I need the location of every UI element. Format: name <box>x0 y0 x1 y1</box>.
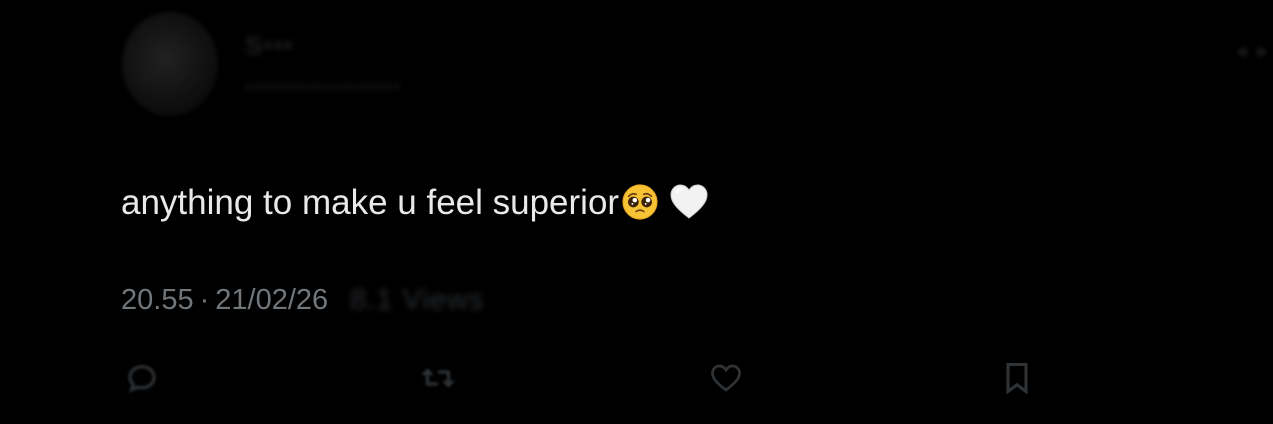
author-display-name[interactable]: S••• <box>245 30 294 61</box>
reply-button[interactable] <box>122 358 162 398</box>
meta-separator: · <box>199 284 210 316</box>
retweet-button[interactable] <box>418 358 458 398</box>
avatar[interactable] <box>122 12 218 116</box>
more-dot-icon <box>1238 47 1248 57</box>
bookmark-icon <box>1006 363 1028 395</box>
more-options-button[interactable] <box>1196 36 1266 68</box>
like-button[interactable] <box>706 358 746 398</box>
tweet-time[interactable]: 20.55 <box>121 284 194 317</box>
pleading-face-emoji <box>622 184 658 220</box>
tweet-date[interactable]: 21/02/26 <box>215 284 328 317</box>
tweet-views[interactable]: 8.1 Views <box>350 284 484 317</box>
like-icon <box>711 364 741 392</box>
action-bar <box>0 358 1273 402</box>
more-dot-icon <box>1256 47 1266 57</box>
reply-icon <box>128 365 156 393</box>
tweet-body: anything to make u feel superior <box>121 183 620 222</box>
tweet-meta: 20.55 · 21/02/26 8.1 Views <box>121 284 484 317</box>
white-heart-emoji <box>670 184 708 219</box>
author-name-row[interactable]: S••• <box>245 30 294 61</box>
tweet-text: anything to make u feel superior <box>121 180 709 226</box>
author-handle[interactable]: •••••••••••••••••• <box>245 74 402 100</box>
retweet-icon <box>421 368 455 388</box>
bookmark-button[interactable] <box>997 358 1037 398</box>
